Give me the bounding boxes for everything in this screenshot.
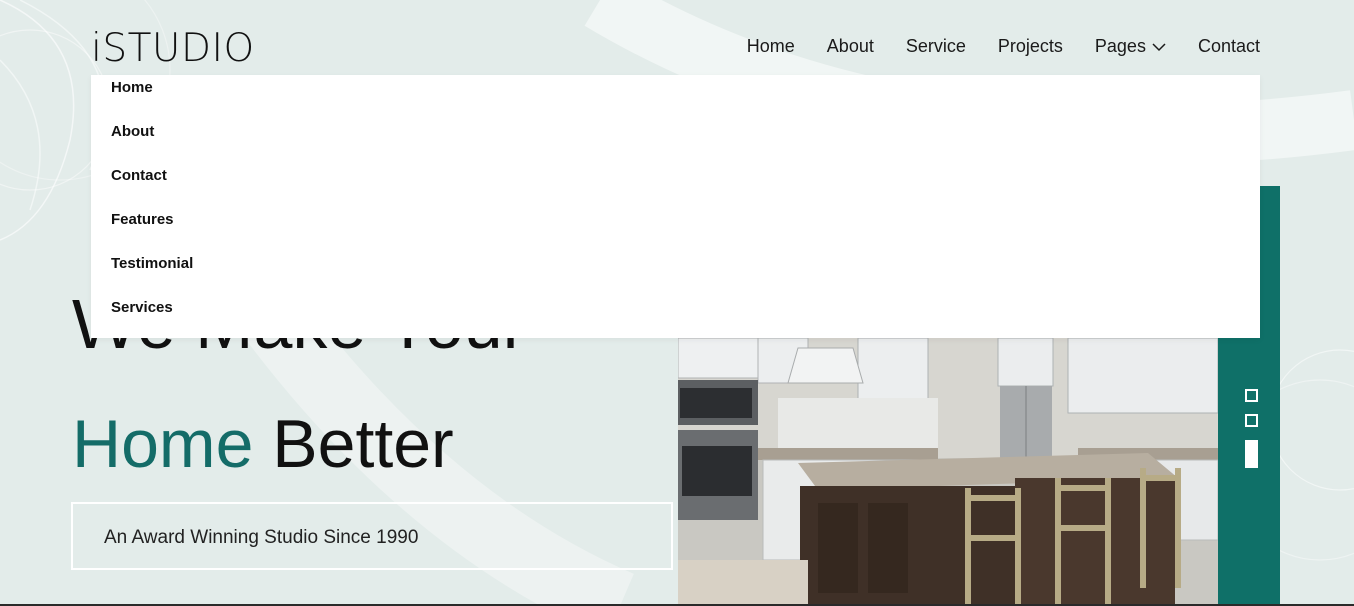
slider-dot-1[interactable] (1245, 389, 1258, 402)
dropdown-item-services[interactable]: Services (111, 299, 193, 343)
tagline-text: An Award Winning Studio Since 1990 (104, 527, 419, 548)
hero-heading-rest: Better (253, 406, 454, 482)
dropdown-item-contact[interactable]: Contact (111, 167, 193, 211)
nav-pages-label: Pages (1094, 36, 1146, 56)
nav-service[interactable]: Service (906, 36, 966, 57)
nav-home[interactable]: Home (747, 36, 795, 57)
hero-heading-line2: Home Better (72, 404, 454, 484)
site-logo[interactable]: iSTUDIO (91, 26, 255, 71)
nav-contact[interactable]: Contact (1198, 36, 1260, 57)
tagline-box: An Award Winning Studio Since 1990 (71, 502, 673, 570)
dropdown-item-features[interactable]: Features (111, 211, 193, 255)
chevron-down-icon (1152, 42, 1166, 51)
hero-kitchen-image (678, 338, 1219, 606)
kitchen-illustration (678, 338, 1219, 606)
slider-dot-3-active[interactable] (1245, 440, 1258, 468)
nav-about-label: About (826, 36, 874, 56)
dropdown-item-about[interactable]: About (111, 123, 193, 167)
nav-about[interactable]: About (827, 36, 874, 57)
hero-accent-word: Home (72, 406, 254, 482)
dropdown-item-testimonial[interactable]: Testimonial (111, 255, 193, 299)
slider-dot-2[interactable] (1245, 414, 1258, 427)
main-nav: Home About Service Projects Pages Contac… (747, 36, 1260, 57)
dropdown-item-home[interactable]: Home (111, 79, 193, 123)
pages-dropdown-menu: Home About Contact Features Testimonial … (91, 75, 1260, 338)
nav-service-label: Service (905, 36, 966, 56)
nav-pages[interactable]: Pages (1095, 36, 1166, 57)
nav-projects-label: Projects (997, 36, 1063, 56)
nav-projects[interactable]: Projects (998, 36, 1063, 57)
nav-home-label: Home (746, 36, 795, 56)
nav-contact-label: Contact (1197, 36, 1260, 56)
